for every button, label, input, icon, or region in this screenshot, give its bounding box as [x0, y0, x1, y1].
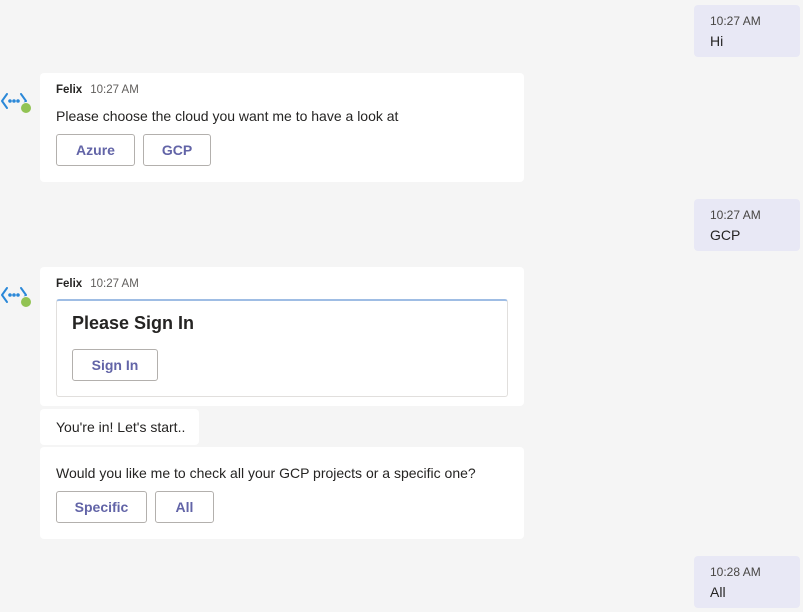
message-text: All — [710, 584, 726, 600]
message-text: Hi — [710, 33, 724, 49]
online-status-icon — [20, 102, 32, 114]
bot-avatar[interactable] — [0, 279, 32, 311]
message-text: Please choose the cloud you want me to h… — [56, 108, 399, 124]
my-message-bubble[interactable]: 10:28 AM All — [694, 556, 800, 608]
bot-message-bubble: You're in! Let's start.. — [40, 409, 199, 445]
online-status-icon — [20, 296, 32, 308]
message-timestamp: 10:27 AM — [90, 278, 139, 290]
chat-thread: 10:27 AM Hi Felix 10:27 AM Please choose … — [0, 0, 803, 612]
message-timestamp: 10:27 AM — [710, 14, 761, 28]
gcp-button[interactable]: GCP — [143, 134, 211, 166]
bot-message-card: Felix 10:27 AM Please choose the cloud yo… — [40, 73, 524, 182]
message-header: Felix 10:27 AM — [56, 83, 139, 97]
signin-card: Please Sign In Sign In — [56, 299, 508, 397]
message-text: Would you like me to check all your GCP … — [56, 465, 476, 481]
message-timestamp: 10:27 AM — [90, 84, 139, 96]
sign-in-button[interactable]: Sign In — [72, 349, 158, 381]
bot-message-card: Felix 10:27 AM Please Sign In Sign In — [40, 267, 524, 406]
azure-button[interactable]: Azure — [56, 134, 135, 166]
message-timestamp: 10:27 AM — [710, 208, 761, 222]
message-header: Felix 10:27 AM — [56, 277, 139, 291]
specific-button[interactable]: Specific — [56, 491, 147, 523]
message-text: You're in! Let's start.. — [56, 419, 186, 435]
my-message-bubble[interactable]: 10:27 AM Hi — [694, 5, 800, 57]
bot-avatar[interactable] — [0, 85, 32, 117]
my-message-bubble[interactable]: 10:27 AM GCP — [694, 199, 800, 251]
signin-card-title: Please Sign In — [72, 313, 195, 333]
message-timestamp: 10:28 AM — [710, 565, 761, 579]
all-button[interactable]: All — [155, 491, 214, 523]
message-text: GCP — [710, 227, 741, 243]
bot-message-card: Would you like me to check all your GCP … — [40, 447, 524, 539]
sender-name[interactable]: Felix — [56, 278, 82, 290]
sender-name[interactable]: Felix — [56, 84, 82, 96]
